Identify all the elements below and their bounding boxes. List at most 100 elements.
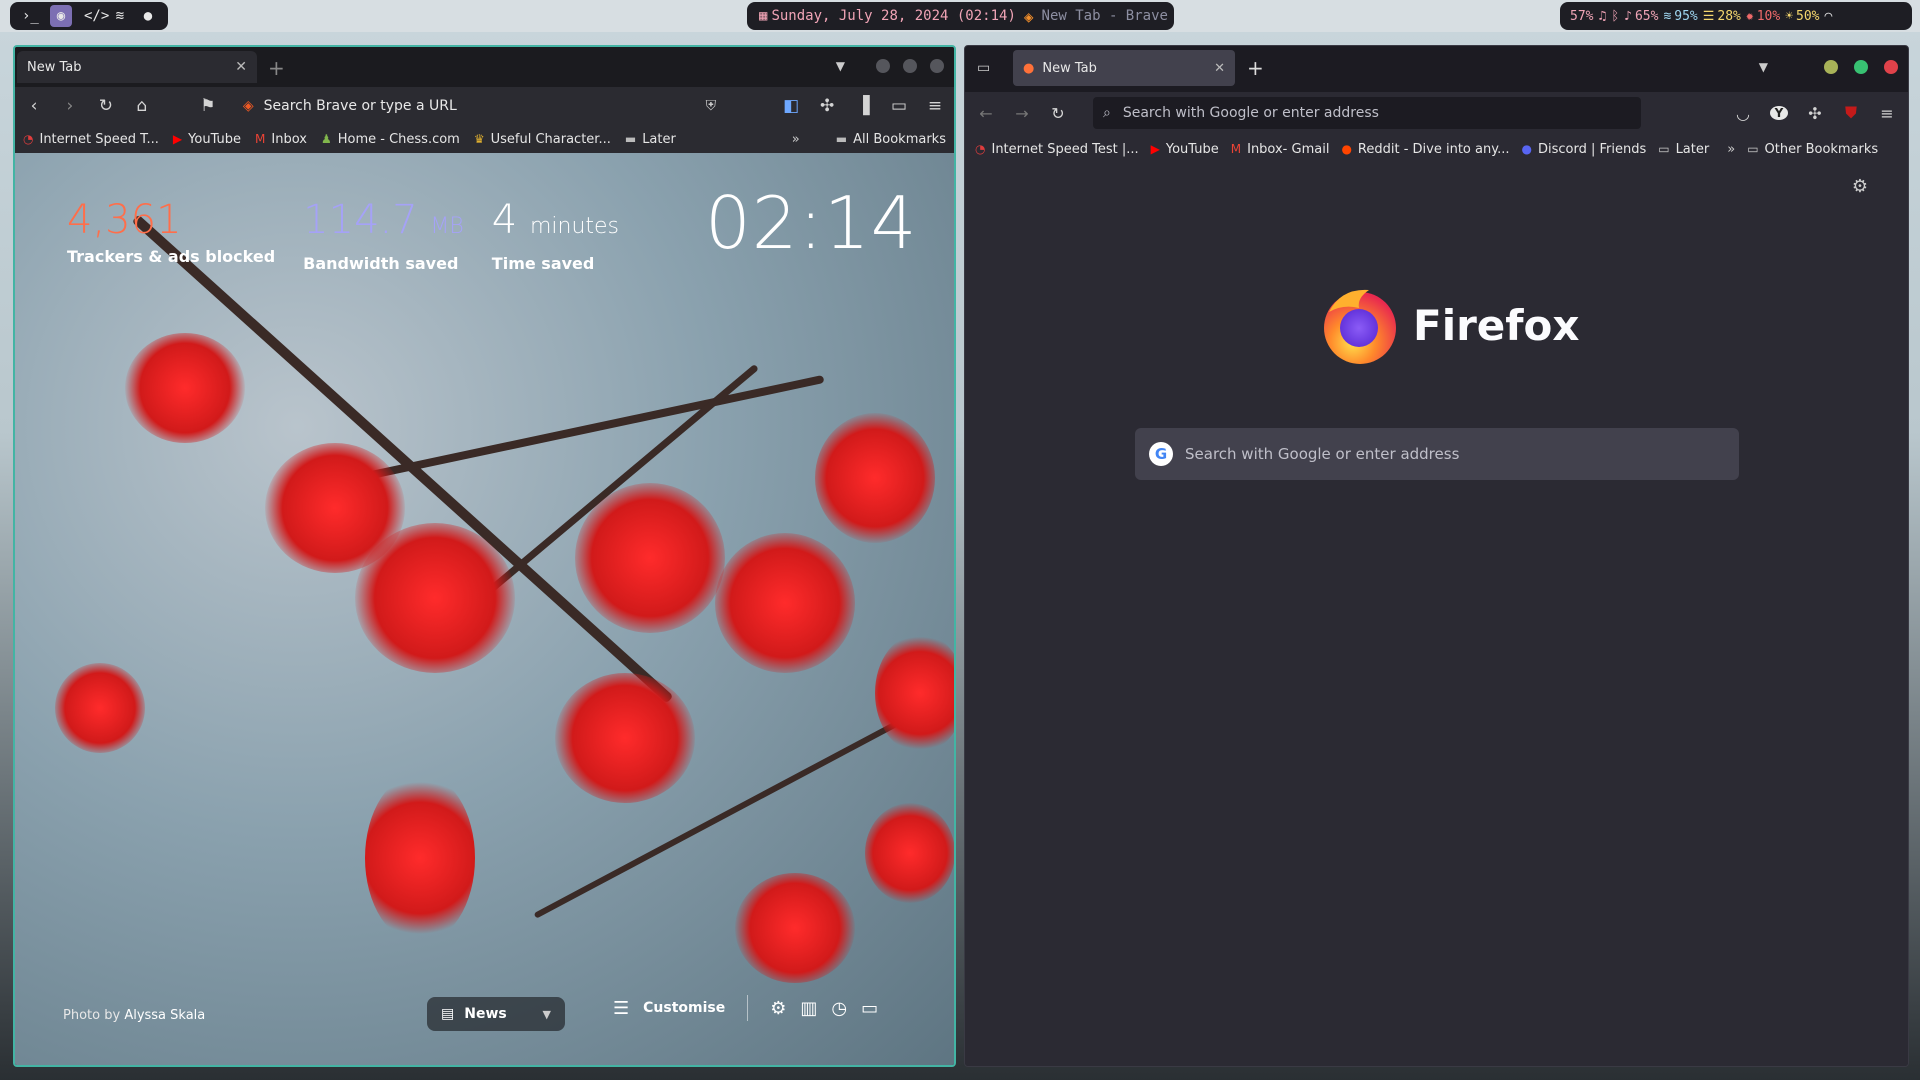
bookmark-youtube[interactable]: ▶ YouTube	[1151, 142, 1219, 157]
photo-credit-prefix: Photo by	[63, 1008, 121, 1023]
stat-label: Bandwidth saved	[303, 254, 459, 273]
stat-label: Time saved	[491, 254, 595, 273]
bookmark-gmail[interactable]: M Inbox- Gmail	[1231, 142, 1330, 157]
ublock-origin-icon[interactable]: ⛊	[1842, 103, 1860, 123]
close-window-button[interactable]	[930, 59, 944, 73]
new-tab-actions: ☰ Customise ⚙ ▥ ◷ ▭	[613, 995, 878, 1021]
new-tab-button[interactable]: +	[1247, 56, 1264, 80]
search-placeholder: Search with Google or enter address	[1185, 445, 1460, 463]
maximize-button[interactable]	[1854, 60, 1868, 74]
settings-gear-icon[interactable]: ⚙	[770, 998, 786, 1019]
brave-shields-icon[interactable]: ⛨	[706, 98, 717, 114]
bookmark-internet-speed[interactable]: ◔ Internet Speed T...	[23, 132, 159, 147]
brave-tab-new-tab[interactable]: New Tab ✕	[17, 51, 257, 83]
list-all-tabs-chevron-icon[interactable]: ▼	[1759, 60, 1768, 74]
close-window-button[interactable]	[1884, 60, 1898, 74]
terminal-icon[interactable]: ›_	[22, 8, 39, 24]
brave-talk-video-icon[interactable]: ▭	[861, 998, 878, 1019]
bookmark-label: All Bookmarks	[853, 131, 946, 147]
network-icon[interactable]: ◠	[1825, 9, 1833, 24]
character-icon: ♛	[473, 132, 485, 146]
account-avatar-icon[interactable]: Y	[1770, 106, 1788, 120]
firefox-view-icon[interactable]: ▭	[977, 60, 990, 76]
maximize-button[interactable]	[903, 59, 917, 73]
bookmark-label: Other Bookmarks	[1764, 141, 1879, 157]
bookmark-internet-speed[interactable]: ◔ Internet Speed Test |...	[975, 142, 1139, 157]
tab-search-chevron-icon[interactable]: ▼	[836, 59, 845, 73]
bookmark-discord[interactable]: ● Discord | Friends	[1521, 142, 1646, 157]
stat-value: 4,361	[67, 197, 182, 243]
bookmark-icon[interactable]: ⚑	[199, 96, 217, 116]
bookmark-label: Discord | Friends	[1537, 141, 1647, 157]
speedtest-icon: ◔	[23, 132, 34, 146]
temperature-icon: ✹	[1745, 8, 1754, 24]
brave-lion-icon: ◈	[1023, 6, 1034, 26]
address-placeholder: Search Brave or type a URL	[263, 98, 457, 114]
minimize-button[interactable]	[1824, 60, 1838, 74]
system-status: 57% ♫ ᛒ ♪ 65% ≋ 95% ☰ 28% ✹ 10% ☀ 50% ◠	[1560, 2, 1912, 30]
volume-icon: ♪	[1624, 8, 1632, 24]
status-value: 57%	[1570, 8, 1594, 24]
discord-icon: ●	[1521, 142, 1532, 156]
window-title-widget: ▦ Sunday, July 28, 2024 (02:14) ◈ New Ta…	[747, 2, 1174, 30]
forward-icon[interactable]: ›	[61, 96, 79, 116]
pocket-icon[interactable]: ◡	[1734, 104, 1752, 123]
code-icon[interactable]: </>	[84, 8, 109, 24]
reload-icon[interactable]: ↻	[97, 96, 115, 116]
menu-icon[interactable]: ≡	[1878, 104, 1896, 123]
background-photo-blossom	[815, 413, 935, 543]
bookmark-label: Internet Speed T...	[39, 131, 159, 147]
chat-icon[interactable]: ●	[140, 8, 156, 24]
bookmark-label: Inbox- Gmail	[1247, 141, 1330, 157]
bookmark-youtube[interactable]: ▶ YouTube	[173, 132, 241, 147]
minimize-button[interactable]	[876, 59, 890, 73]
new-tab-button[interactable]: +	[268, 56, 285, 80]
settings-gear-icon[interactable]: ⚙	[1852, 176, 1868, 197]
background-photo-blossom	[735, 873, 855, 983]
bookmark-reddit[interactable]: ● Reddit - Dive into any...	[1341, 142, 1509, 157]
music-icon[interactable]: ≋	[112, 8, 128, 24]
firefox-tab-new-tab[interactable]: ● New Tab ✕	[1013, 50, 1235, 86]
forward-icon[interactable]: →	[1013, 104, 1031, 123]
photo-credit-author[interactable]: Alyssa Skala	[124, 1008, 205, 1023]
all-bookmarks-folder[interactable]: ▬ All Bookmarks	[836, 132, 946, 147]
bookmark-chess[interactable]: ♟ Home - Chess.com	[321, 132, 460, 147]
extensions-icon[interactable]: ✣	[1806, 104, 1824, 123]
photo-credit: Photo by Alyssa Skala	[63, 1008, 205, 1023]
customise-sliders-icon[interactable]: ☰	[613, 998, 629, 1019]
browser-icon[interactable]: ◉	[50, 5, 72, 27]
more-bookmarks-icon[interactable]: »	[1727, 142, 1735, 157]
history-icon[interactable]: ◷	[831, 998, 847, 1019]
news-button[interactable]: ▤ News ▼	[427, 997, 565, 1031]
background-photo-blossom	[555, 673, 695, 803]
date-time: Sunday, July 28, 2024 (02:14)	[771, 8, 1016, 24]
firefox-address-bar[interactable]: ⌕ Search with Google or enter address	[1093, 97, 1641, 129]
close-tab-icon[interactable]: ✕	[1214, 61, 1225, 76]
more-bookmarks-icon[interactable]: »	[792, 132, 800, 147]
wallet-icon[interactable]: ▭	[890, 96, 908, 116]
firefox-logo-icon	[1324, 289, 1396, 364]
firefox-search-box[interactable]: G Search with Google or enter address	[1135, 428, 1739, 480]
wifi-icon: ≋	[1663, 8, 1672, 24]
reload-icon[interactable]: ↻	[1049, 104, 1067, 123]
close-tab-icon[interactable]: ✕	[235, 59, 247, 75]
back-icon[interactable]: ←	[977, 104, 995, 123]
background-photo-blossom	[365, 773, 475, 943]
extension-bitwarden-icon[interactable]: ◧	[782, 96, 800, 116]
bookmark-inbox[interactable]: M Inbox	[255, 132, 307, 147]
calendar-icon: ▦	[759, 8, 768, 24]
home-icon[interactable]: ⌂	[133, 96, 151, 116]
bookmark-useful-character[interactable]: ♛ Useful Character...	[474, 132, 611, 147]
bookmarks-icon[interactable]: ▥	[800, 998, 817, 1019]
bookmark-later-folder[interactable]: ▭ Later	[1658, 142, 1709, 157]
customise-button[interactable]: Customise	[643, 1000, 725, 1016]
extensions-icon[interactable]: ✣	[818, 96, 836, 116]
back-icon[interactable]: ‹	[25, 96, 43, 116]
bookmark-later-folder[interactable]: ▬ Later	[625, 132, 676, 147]
sidebar-icon[interactable]: ▐	[854, 96, 872, 116]
menu-icon[interactable]: ≡	[926, 96, 944, 116]
other-bookmarks-folder[interactable]: ▭ Other Bookmarks	[1747, 142, 1878, 157]
address-placeholder: Search with Google or enter address	[1122, 105, 1379, 121]
brave-address-bar[interactable]: ◈ Search Brave or type a URL ⛨	[235, 92, 724, 120]
status-value: 65%	[1634, 8, 1659, 24]
